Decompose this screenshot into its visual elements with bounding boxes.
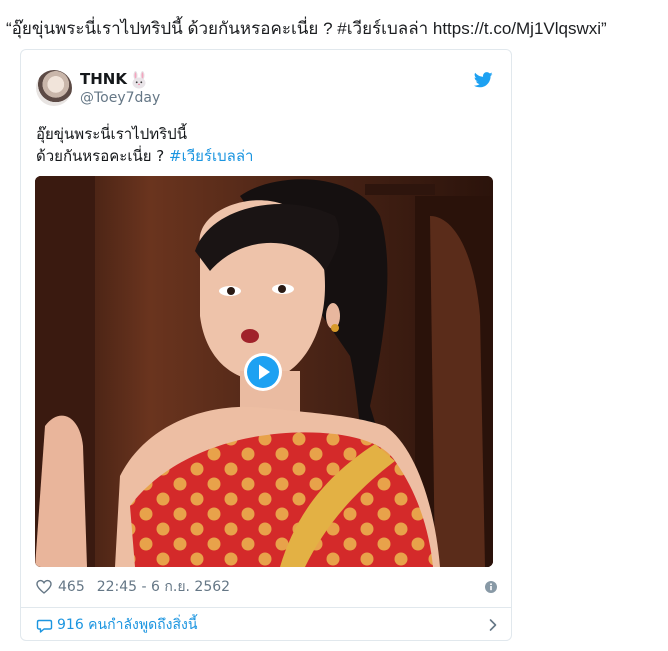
like-count[interactable]: 465 [58,579,85,595]
tweet-meta-row: 465 22:45 - 6 ก.ย. 2562 [36,577,498,597]
info-icon[interactable] [484,580,498,594]
tweet-text-line-1: อุ๊ยขุ่นพระนี่เราไปทริปนี้ [36,125,187,143]
divider [21,607,511,608]
speech-bubble-icon [36,619,53,633]
tweet-text: อุ๊ยขุ่นพระนี่เราไปทริปนี้ ด้วยกันหรอคะเ… [36,123,496,167]
tweet-text-line-2: ด้วยกันหรอคะเนี่ย ? #เวียร์เบลล่า [36,145,496,167]
avatar[interactable] [36,70,72,106]
author-name-row[interactable]: THNK [80,70,148,89]
twitter-bird-icon[interactable] [474,72,493,88]
rabbit-face-icon [132,70,146,88]
heart-icon[interactable] [36,579,52,595]
embed-quote-text: “อุ๊ยขุ่นพระนี่เราไปทริปนี้ ด้วยกันหรอคะ… [6,19,607,38]
hashtag-link[interactable]: #เวียร์เบลล่า [169,147,253,165]
tweet-card: THNK @Toey7day อุ๊ยขุ่นพระนี่เราไปทริปนี… [20,49,512,641]
conversation-link[interactable]: 916 คนกำลังพูดถึงสิ่งนี้ [36,613,498,637]
tweet-text-plain: ด้วยกันหรอคะเนี่ย ? [36,147,170,165]
author-name[interactable]: THNK [80,70,127,89]
media-gif-preview[interactable] [35,176,493,567]
author-handle[interactable]: @Toey7day [80,90,160,106]
conversation-count-label[interactable]: 916 คนกำลังพูดถึงสิ่งนี้ [57,614,197,636]
tweet-timestamp[interactable]: 22:45 - 6 ก.ย. 2562 [97,576,230,598]
play-icon[interactable] [243,352,283,392]
chevron-right-icon[interactable] [488,618,498,632]
